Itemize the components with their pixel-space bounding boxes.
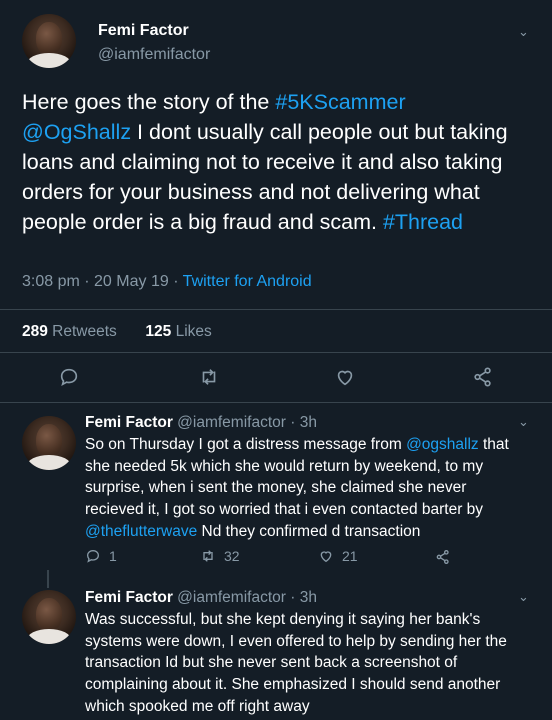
author-name[interactable]: Femi Factor <box>85 414 173 431</box>
like-count: 21 <box>342 548 358 564</box>
chevron-down-icon[interactable]: ⌄ <box>518 414 529 430</box>
reply-text: So on Thursday I got a distress message … <box>85 434 525 543</box>
retweet-action[interactable]: 32 <box>200 548 240 564</box>
hashtag-link[interactable]: #Thread <box>383 210 463 234</box>
author-handle[interactable]: @iamfemifactor · 3h <box>173 414 317 431</box>
retweets-stat[interactable]: 289 Retweets <box>22 323 117 340</box>
reply-text-part: So on Thursday I got a distress message … <box>85 436 407 453</box>
author-name[interactable]: Femi Factor <box>98 22 189 40</box>
retweet-icon <box>203 550 213 562</box>
author-handle[interactable]: @iamfemifactor · 3h <box>173 589 317 606</box>
chevron-down-icon[interactable]: ⌄ <box>518 24 529 40</box>
mention-link[interactable]: @OgShallz <box>22 120 131 144</box>
likes-label: Likes <box>171 323 212 340</box>
reply-header: Femi Factor @iamfemifactor · 3h <box>85 414 317 432</box>
reply-icon <box>86 549 100 563</box>
reply-text-part: Nd they confirmed d transaction <box>197 522 421 540</box>
retweets-label: Retweets <box>47 323 117 340</box>
author-name[interactable]: Femi Factor <box>85 589 173 606</box>
reply-count: 1 <box>109 548 117 564</box>
mention-link[interactable]: @ogshallz <box>406 436 479 453</box>
reply-text: Was successful, but she kept denying it … <box>85 611 507 715</box>
like-icon <box>320 551 332 563</box>
like-icon[interactable] <box>334 366 356 388</box>
tweet-text: Here goes the story of the #5KScammer @Og… <box>22 87 532 237</box>
reply-icon[interactable] <box>58 366 80 388</box>
share-icon[interactable] <box>435 549 451 565</box>
divider <box>0 352 552 353</box>
reply-header: Femi Factor @iamfemifactor · 3h <box>85 589 317 607</box>
thread-connector <box>47 570 49 588</box>
avatar[interactable] <box>22 590 76 644</box>
reply-action[interactable]: 1 <box>85 548 117 564</box>
likes-stat[interactable]: 125 Likes <box>145 323 211 340</box>
retweet-count: 32 <box>224 548 240 564</box>
tweet-stats: 289 Retweets 125 Likes <box>22 323 212 341</box>
avatar[interactable] <box>22 416 76 470</box>
tweet-source[interactable]: Twitter for Android <box>183 273 312 290</box>
tweet-meta: 3:08 pm · 20 May 19 · Twitter for Androi… <box>22 273 312 291</box>
author-handle[interactable]: @iamfemifactor <box>98 46 210 64</box>
retweets-count: 289 <box>22 323 48 340</box>
mention-link[interactable]: @theflutterwave <box>85 523 197 540</box>
retweet-icon[interactable] <box>198 366 220 388</box>
likes-count: 125 <box>145 323 172 340</box>
tweet-text-part: Here goes the story of the <box>22 90 276 114</box>
tweet-time: 3:08 pm · 20 May 19 · <box>22 273 183 290</box>
hashtag-link[interactable]: #5KScammer <box>275 90 405 114</box>
divider <box>0 309 552 310</box>
chevron-down-icon[interactable]: ⌄ <box>518 589 529 605</box>
like-action[interactable]: 21 <box>318 548 358 564</box>
share-icon[interactable] <box>472 366 494 388</box>
divider <box>0 402 552 403</box>
avatar[interactable] <box>22 14 76 68</box>
